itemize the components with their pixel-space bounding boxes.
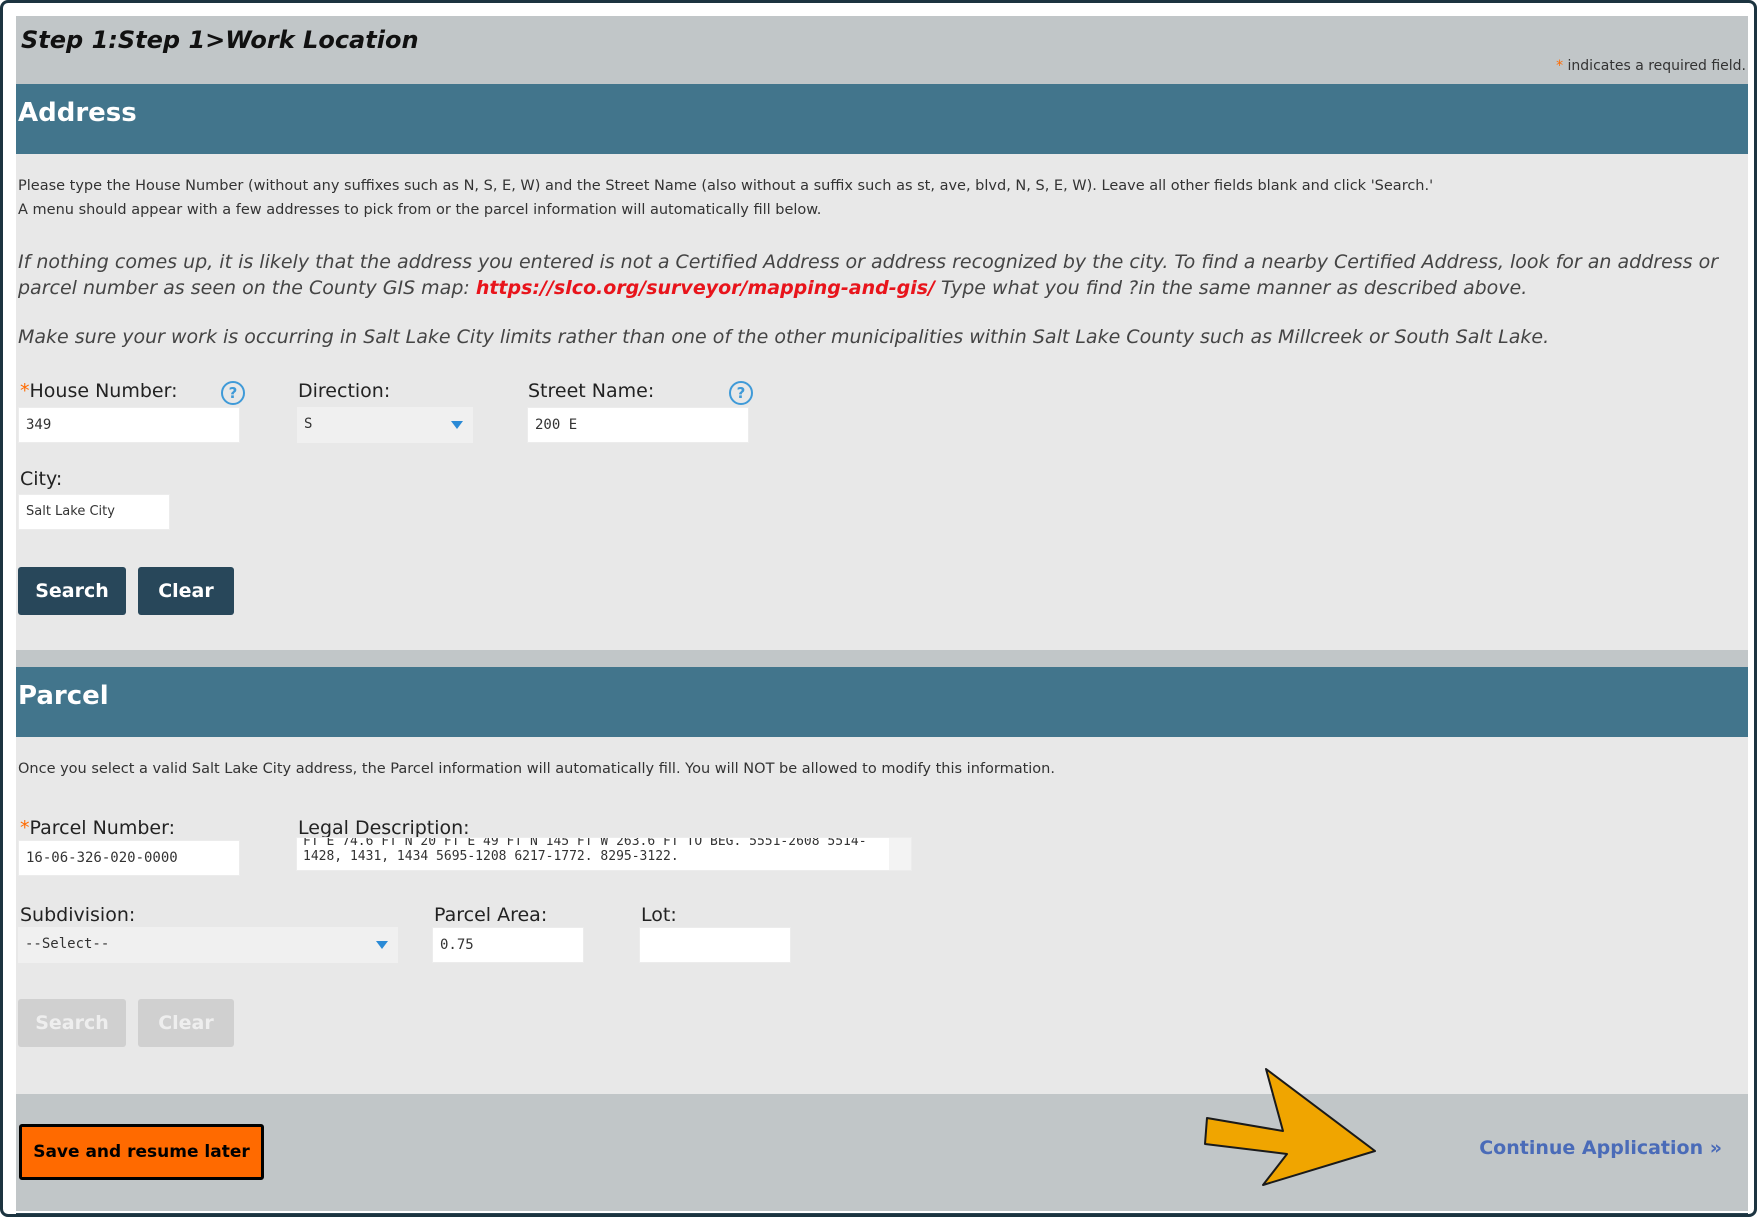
dropdown-caret-icon xyxy=(376,941,388,949)
required-star: * xyxy=(1556,58,1564,74)
annotation-arrow-icon xyxy=(1204,1068,1376,1186)
continue-application-link[interactable]: Continue Application » xyxy=(1479,1137,1722,1159)
city-input[interactable]: Salt Lake City xyxy=(18,494,170,530)
legal-description-label: Legal Description: xyxy=(298,817,470,839)
required-field-note: * indicates a required field. xyxy=(1556,58,1746,74)
application-window: Step 1:Step 1>Work Location * indicates … xyxy=(0,0,1757,1217)
required-star: * xyxy=(20,380,30,402)
subdivision-select[interactable]: --Select-- xyxy=(18,927,398,963)
parcel-heading: Parcel xyxy=(18,681,109,711)
address-panel: Please type the House Number (without an… xyxy=(16,154,1748,656)
house-number-input[interactable]: 349 xyxy=(18,407,240,443)
direction-select[interactable]: S xyxy=(297,407,473,443)
parcel-section-header: Parcel xyxy=(16,667,1748,737)
parcel-area-label: Parcel Area: xyxy=(434,904,548,926)
parcel-instructions: Once you select a valid Salt Lake City a… xyxy=(18,761,1055,777)
bottom-divider xyxy=(16,1213,1748,1214)
lot-input[interactable] xyxy=(639,927,791,963)
parcel-area-input[interactable]: 0.75 xyxy=(432,927,584,963)
address-instructions-line2: A menu should appear with a few addresse… xyxy=(18,202,822,218)
address-heading: Address xyxy=(18,98,137,128)
direction-label: Direction: xyxy=(298,380,391,402)
city-label: City: xyxy=(20,468,63,490)
parcel-number-input[interactable]: 16-06-326-020-0000 xyxy=(18,840,240,876)
save-and-resume-button[interactable]: Save and resume later xyxy=(19,1124,264,1180)
help-icon[interactable]: ? xyxy=(729,381,753,405)
step-bar: Step 1:Step 1>Work Location * indicates … xyxy=(16,16,1748,84)
dropdown-caret-icon xyxy=(451,421,463,429)
parcel-panel: Once you select a valid Salt Lake City a… xyxy=(16,737,1748,1094)
city-limits-notice: Make sure your work is occurring in Salt… xyxy=(18,326,1550,348)
required-star: * xyxy=(20,817,30,839)
help-icon[interactable]: ? xyxy=(221,381,245,405)
house-number-label: *House Number: xyxy=(20,380,178,402)
subdivision-value: --Select-- xyxy=(25,936,110,952)
address-section-header: Address xyxy=(16,84,1748,154)
legal-description-line2: 1428, 1431, 1434 5695-1208 6217-1772. 82… xyxy=(303,849,679,864)
lot-label: Lot: xyxy=(641,904,677,926)
legal-description-line1: FT E 74.6 FT N 20 FT E 49 FT N 145 FT W … xyxy=(303,837,867,849)
parcel-number-label: *Parcel Number: xyxy=(20,817,175,839)
address-notice-text2: Type what you find ?in the same manner a… xyxy=(935,277,1528,299)
parcel-clear-button[interactable]: Clear xyxy=(138,999,234,1047)
page-title: Step 1:Step 1>Work Location xyxy=(21,26,419,54)
section-separator xyxy=(16,650,1748,667)
street-name-input[interactable]: 200 E xyxy=(527,407,749,443)
address-instructions-line1: Please type the House Number (without an… xyxy=(18,178,1434,194)
street-name-label: Street Name: xyxy=(528,380,655,402)
gis-map-link[interactable]: https://slco.org/surveyor/mapping-and-gi… xyxy=(476,277,935,299)
textarea-scrollbar[interactable] xyxy=(889,838,911,870)
parcel-search-button[interactable]: Search xyxy=(18,999,126,1047)
subdivision-label: Subdivision: xyxy=(20,904,136,926)
address-clear-button[interactable]: Clear xyxy=(138,567,234,615)
required-note-text: indicates a required field. xyxy=(1567,58,1746,74)
address-notice: If nothing comes up, it is likely that t… xyxy=(18,249,1743,301)
legal-description-textarea[interactable]: FT E 74.6 FT N 20 FT E 49 FT N 145 FT W … xyxy=(296,837,912,871)
direction-value: S xyxy=(304,416,313,432)
footer-bar: Save and resume later Continue Applicati… xyxy=(16,1094,1748,1211)
address-search-button[interactable]: Search xyxy=(18,567,126,615)
